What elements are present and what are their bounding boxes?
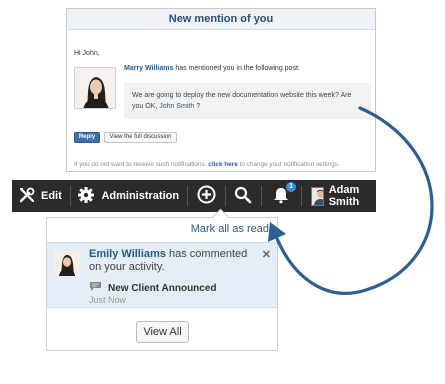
settings-link[interactable]: click here	[208, 161, 238, 168]
email-footer: If you do not want to receive such notif…	[74, 161, 340, 168]
user-name: Adam Smith	[328, 184, 360, 208]
search-button[interactable]	[225, 180, 261, 212]
footer-suffix: to change your notification settings.	[239, 161, 340, 168]
quoted-post: We are going to deploy the new documenta…	[124, 83, 371, 119]
sender-avatar	[74, 67, 116, 109]
administration-label: Administration	[101, 190, 180, 202]
email-greeting: Hi John,	[74, 50, 100, 57]
search-icon	[234, 186, 252, 207]
mention-line: Marry Williams has mentioned you in the …	[124, 65, 300, 72]
mentioned-user-link[interactable]: John Smith	[159, 103, 194, 110]
user-menu[interactable]: Adam Smith	[302, 180, 376, 212]
tools-icon	[18, 186, 36, 207]
top-toolbar: Edit Administration 1 Adam Smith	[12, 180, 376, 212]
email-notification-card: New mention of you Hi John, Marry Willia…	[66, 8, 376, 172]
notifications-dropdown: Mark all as read Emily Williams has comm…	[46, 217, 278, 351]
reply-button[interactable]: Reply	[74, 132, 100, 143]
notification-user-link[interactable]: Emily Williams	[89, 248, 166, 260]
administration-button[interactable]: Administration	[70, 180, 187, 212]
footer-prefix: If you do not want to receive such notif…	[74, 161, 207, 168]
notification-text: Emily Williams has commented on your act…	[89, 248, 259, 274]
view-all-button[interactable]: View All	[136, 321, 189, 343]
notification-item[interactable]: Emily Williams has commented on your act…	[47, 242, 277, 308]
email-title: New mention of you	[67, 9, 375, 30]
close-icon[interactable]: ✕	[262, 248, 271, 261]
notification-avatar	[54, 250, 80, 276]
plus-circle-icon	[197, 185, 216, 207]
add-button[interactable]	[188, 180, 225, 212]
mention-text: has mentioned you in the following post:	[175, 65, 300, 72]
notifications-button[interactable]: 1	[262, 180, 301, 212]
user-avatar	[310, 186, 324, 206]
mark-all-read-link[interactable]: Mark all as read	[191, 223, 269, 235]
notification-count-badge: 1	[286, 182, 297, 192]
sender-name-link[interactable]: Marry Williams	[124, 65, 173, 72]
edit-button[interactable]: Edit	[12, 180, 70, 212]
notification-post-title: New Client Announced	[108, 282, 217, 294]
edit-label: Edit	[41, 190, 62, 202]
view-discussion-button[interactable]: View the full discussion	[104, 132, 177, 143]
gear-icon	[77, 186, 95, 207]
notification-time: Just Now	[89, 295, 127, 305]
email-body: Hi John, Marry Williams has mentioned yo…	[67, 31, 375, 171]
quoted-post-end: ?	[196, 103, 201, 110]
